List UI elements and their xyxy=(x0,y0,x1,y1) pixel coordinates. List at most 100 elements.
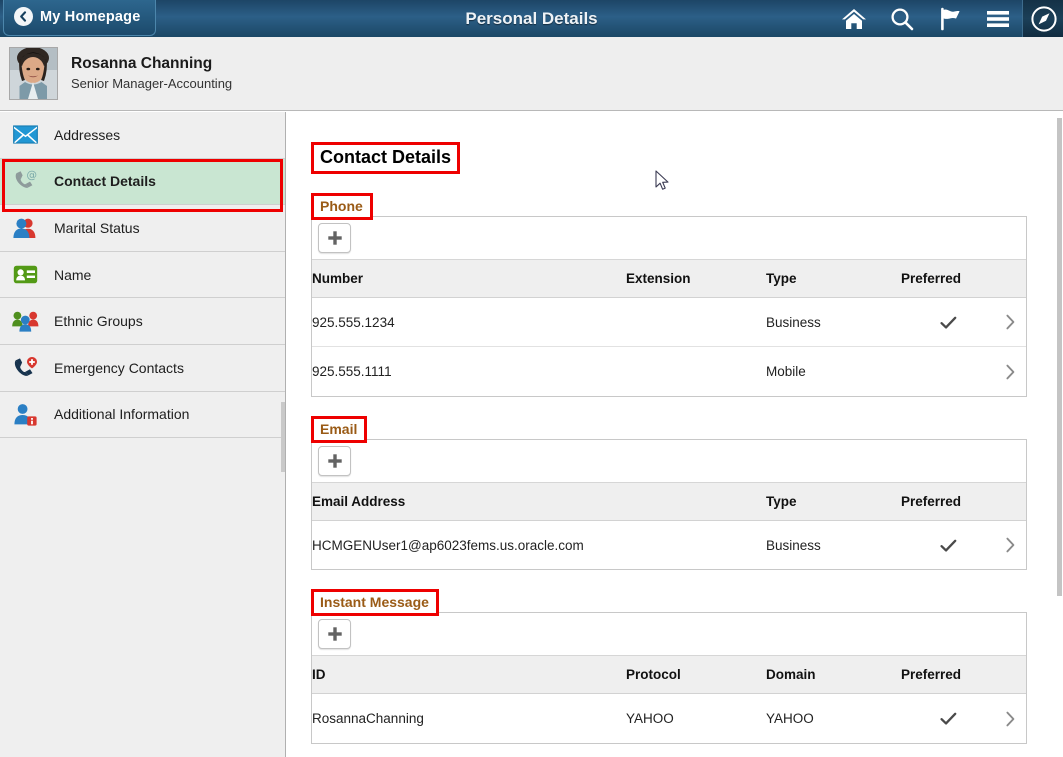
cell-type: Business xyxy=(766,297,901,348)
avatar xyxy=(9,47,58,100)
sidebar-item-contact-details[interactable]: @ Contact Details xyxy=(0,158,285,206)
employee-job-title: Senior Manager-Accounting xyxy=(71,76,233,91)
sidebar-item-ethnic-groups[interactable]: Ethnic Groups xyxy=(0,298,285,345)
column-header: Number xyxy=(312,260,626,298)
column-header: Protocol xyxy=(626,656,766,695)
cell-protocol: YAHOO xyxy=(626,711,674,727)
cell-type: Mobile xyxy=(766,364,806,380)
personal-details-page: My Homepage Personal Details Rosanna Cha… xyxy=(0,0,1063,757)
email-grid-toolbar xyxy=(312,439,1026,483)
sidebar-item-label: Name xyxy=(54,266,92,283)
flag-icon[interactable] xyxy=(926,0,974,37)
sidebar-item-label: Additional Information xyxy=(54,406,190,423)
cell-preferred xyxy=(901,520,995,569)
column-header: Preferred xyxy=(901,260,995,298)
section-email: Email Email Address Type Preferred HCMGE… xyxy=(311,397,1056,571)
cell-preferred xyxy=(901,297,995,348)
navigation-sidebar[interactable]: Addresses @ Contact Details Marital Stat… xyxy=(0,112,286,757)
cell-extension xyxy=(626,297,766,348)
column-header: Domain xyxy=(766,656,901,695)
chevron-left-icon xyxy=(14,7,33,26)
checkmark-icon xyxy=(939,315,957,330)
global-header: My Homepage Personal Details xyxy=(0,0,1063,37)
sidebar-item-addresses[interactable]: Addresses xyxy=(0,112,285,159)
add-instant-message-button[interactable] xyxy=(318,619,351,650)
sidebar-item-label: Marital Status xyxy=(54,219,140,236)
table-header-row: ID Protocol Domain Preferred xyxy=(312,656,1026,695)
navbar-compass-icon[interactable] xyxy=(1022,0,1063,37)
row-open-chevron[interactable] xyxy=(995,694,1026,743)
column-header-spacer xyxy=(995,260,1026,298)
table-row[interactable]: HCMGENUser1@ap6023fems.us.oracle.com Bus… xyxy=(312,520,1026,569)
sidebar-item-emergency-contacts[interactable]: Emergency Contacts xyxy=(0,344,285,392)
table-row[interactable]: RosannaChanning YAHOO YAHOO xyxy=(312,694,1026,743)
column-header: Type xyxy=(766,260,901,298)
chevron-right-icon xyxy=(1005,314,1016,330)
instant-message-grid: ID Protocol Domain Preferred RosannaChan… xyxy=(311,612,1027,744)
column-header: ID xyxy=(312,656,626,695)
back-button-label: My Homepage xyxy=(40,8,141,25)
row-open-chevron[interactable] xyxy=(995,297,1026,348)
phone-table: Number Extension Type Preferred 925.555.… xyxy=(312,260,1026,396)
sidebar-scroll-indicator[interactable] xyxy=(281,402,285,472)
home-icon[interactable] xyxy=(830,0,878,37)
checkmark-icon xyxy=(939,711,957,726)
instant-message-grid-toolbar xyxy=(312,613,1026,657)
email-grid: Email Address Type Preferred HCMGENUser1… xyxy=(311,438,1027,571)
employee-info: Rosanna Channing Senior Manager-Accounti… xyxy=(71,54,232,93)
email-table: Email Address Type Preferred HCMGENUser1… xyxy=(312,482,1026,569)
column-header: Extension xyxy=(626,260,766,298)
employee-banner: Rosanna Channing Senior Manager-Accounti… xyxy=(0,37,1063,111)
person-info-icon xyxy=(10,399,40,429)
svg-text:@: @ xyxy=(27,170,38,182)
back-to-homepage-button[interactable]: My Homepage xyxy=(3,0,156,36)
section-label-email: Email xyxy=(311,415,368,443)
section-label-phone: Phone xyxy=(311,193,373,220)
phone-at-icon: @ xyxy=(10,166,40,196)
column-header: Preferred xyxy=(901,656,995,695)
column-header: Email Address xyxy=(312,482,766,521)
table-header-row: Number Extension Type Preferred xyxy=(312,260,1026,298)
id-card-icon xyxy=(10,260,40,290)
sidebar-item-label: Contact Details xyxy=(54,173,156,190)
annotation-box-email-label: Email xyxy=(311,415,368,443)
table-header-row: Email Address Type Preferred xyxy=(312,482,1026,521)
checkmark-icon xyxy=(939,537,957,552)
hamburger-menu-icon[interactable] xyxy=(974,0,1022,37)
chevron-right-icon xyxy=(1005,363,1016,380)
page-title: Contact Details xyxy=(311,142,461,174)
sidebar-item-additional-information[interactable]: Additional Information xyxy=(0,391,285,439)
row-open-chevron[interactable] xyxy=(995,520,1026,569)
employee-name: Rosanna Channing xyxy=(71,55,213,72)
chevron-right-icon xyxy=(1005,710,1016,727)
instant-message-table: ID Protocol Domain Preferred RosannaChan… xyxy=(312,656,1026,742)
people-group-icon xyxy=(10,306,40,336)
sidebar-item-name[interactable]: Name xyxy=(0,251,285,299)
sidebar-item-label: Addresses xyxy=(54,126,121,143)
column-header-spacer xyxy=(995,482,1026,521)
row-open-chevron[interactable] xyxy=(995,347,1026,396)
cell-type: Business xyxy=(766,537,821,553)
cell-extension xyxy=(626,347,766,396)
search-icon[interactable] xyxy=(878,0,926,37)
add-phone-button[interactable] xyxy=(318,223,351,253)
cell-email-address: HCMGENUser1@ap6023fems.us.oracle.com xyxy=(312,537,584,553)
sidebar-item-marital-status[interactable]: Marital Status xyxy=(0,205,285,252)
phone-grid: Number Extension Type Preferred 925.555.… xyxy=(311,216,1027,397)
section-label-instant-message: Instant Message xyxy=(311,589,439,617)
table-row[interactable]: 925.555.1111 Mobile xyxy=(312,347,1026,396)
table-row[interactable]: 925.555.1234 Business xyxy=(312,297,1026,348)
envelope-icon xyxy=(10,120,40,150)
cell-id: RosannaChanning xyxy=(312,711,424,727)
column-header: Type xyxy=(766,482,901,521)
page-scrollbar[interactable] xyxy=(1056,112,1063,757)
column-header: Preferred xyxy=(901,482,995,521)
column-header-spacer xyxy=(995,656,1026,695)
add-email-button[interactable] xyxy=(318,445,351,476)
page-scrollbar-thumb[interactable] xyxy=(1057,118,1062,596)
two-people-icon xyxy=(10,213,40,243)
sidebar-item-label: Emergency Contacts xyxy=(54,359,184,376)
cell-preferred xyxy=(901,347,995,396)
section-phone: Phone Number Extension Type Preferred 92… xyxy=(311,174,1056,397)
annotation-box-instant-message-label: Instant Message xyxy=(311,589,439,617)
